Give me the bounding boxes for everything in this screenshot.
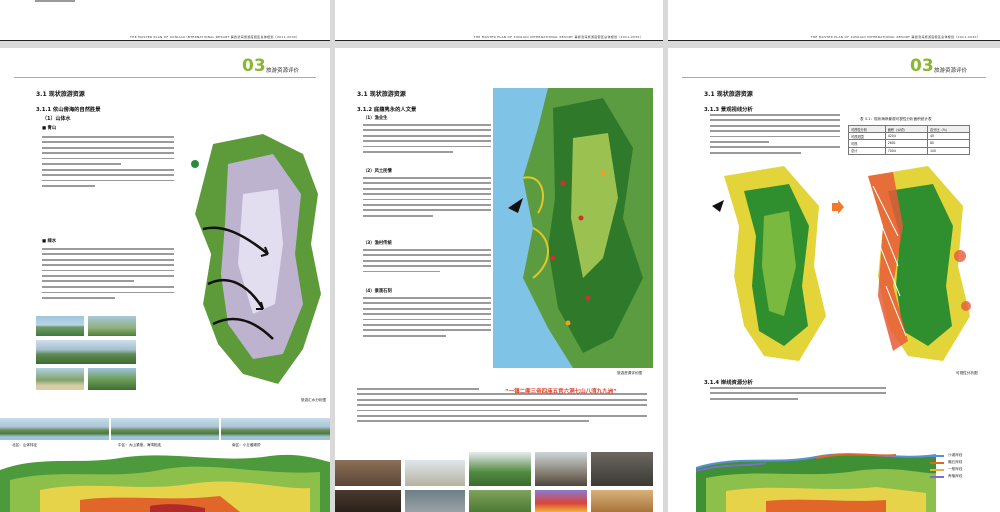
- item-customs: （2）风土民情: [363, 169, 392, 174]
- photo-beach: [36, 368, 84, 390]
- subsection-heading: 3.1.1 依山傍海的自然胜景: [36, 107, 101, 113]
- section-heading: 3.1 现状旅游资源: [36, 91, 85, 98]
- photo-banyan: [469, 452, 531, 486]
- item-stone-carving: （4）景观石刻: [363, 289, 392, 294]
- photo-old-street: [535, 452, 587, 486]
- section-heading: 3.1 现状旅游资源: [357, 91, 406, 98]
- section-heading: 3.1 现状旅游资源: [704, 91, 753, 98]
- table-row: 可视范围 4204 40: [848, 132, 971, 141]
- map-caption: 旅游汇水分析图: [301, 398, 327, 402]
- photo-caption-middle: 中区：大山紧抱，海湾相连: [118, 443, 162, 447]
- table-header: 面积（公顷）: [884, 124, 928, 134]
- subsection-heading-shoreline: 3.1.4 岸线资源分析: [704, 380, 753, 386]
- photo-temple: [405, 460, 465, 486]
- photo-fisherwoman: [591, 490, 653, 512]
- photo-coast-2: [88, 316, 136, 336]
- table-header: 百分比（%）: [926, 124, 971, 134]
- legend-item: 礁石岸线: [930, 459, 962, 466]
- top-page-strip-middle: THE MASTER PLAN OF XUNLIAO INTERNATIONAL…: [335, 0, 663, 41]
- terrain-map: [0, 450, 330, 512]
- photo-panorama: [36, 340, 136, 364]
- chapter-number: 03: [910, 56, 934, 76]
- chapter-title: 旅游资源评价: [266, 68, 300, 74]
- arrow-icon: [832, 200, 844, 214]
- item-fishery: （1）渔业生: [363, 116, 388, 121]
- page-cultural-landscape: 3.1 现状旅游资源 3.1.2 底蕴隽永的人文景 （1）渔业生 （2）风土民情…: [335, 48, 663, 512]
- bullet-water: ■ 绿水: [42, 239, 57, 244]
- chapter-title: 旅游资源评价: [934, 68, 968, 74]
- legend-item: 养殖岸线: [930, 473, 962, 480]
- legend-item: 沙滩岸线: [930, 452, 962, 459]
- running-header: THE MASTER PLAN OF XUNLIAO INTERNATIONAL…: [473, 35, 643, 39]
- photo-village-field: [469, 490, 531, 512]
- subsection-heading: 3.1.2 底蕴隽永的人文景: [357, 107, 417, 113]
- page-natural-landscape: 03 旅游资源评价 3.1 现状旅游资源 3.1.1 依山傍海的自然胜景 （1）…: [0, 48, 330, 512]
- item-village: （3）渔村传统: [363, 241, 392, 246]
- photo-caption-north: 北区：山体特征: [12, 443, 38, 447]
- photo-interior: [335, 490, 401, 512]
- body-text-stone-carving: [363, 297, 491, 340]
- top-page-strip-right: THE MASTER PLAN OF XUNLIAO INTERNATIONAL…: [668, 0, 1000, 41]
- legend-item: 一般岸线: [930, 466, 962, 473]
- photo-caption-south: 南区：小丘缓坡阶: [232, 443, 261, 447]
- photo-coast-1: [36, 316, 84, 336]
- body-text-view: [710, 114, 840, 157]
- visibility-table: 可视性分析 面积（公顷） 百分比（%） 可视范围 4204 40 可视 2801…: [848, 124, 971, 155]
- subsection-heading: 3.1.3 景观视线分析: [704, 107, 753, 113]
- highlight-slogan: “一镇二阁三帝四庙五官六洞七山八湾九九洲”: [505, 389, 617, 395]
- body-text-village: [363, 249, 491, 276]
- body-text-water: [42, 248, 174, 302]
- bullet-mountain: ■ 青山: [42, 126, 57, 131]
- page-view-analysis: 03 旅游资源评价 3.1 现状旅游资源 3.1.3 景观视线分析 表 3.1：…: [668, 48, 1000, 512]
- body-text-fishery: [363, 124, 491, 156]
- visibility-map-after: [848, 166, 974, 366]
- map-caption: 旅游资源评价图: [617, 371, 643, 375]
- body-text-mountain: [42, 136, 174, 190]
- body-text-shoreline: [710, 387, 886, 403]
- photo-hills: [88, 368, 136, 390]
- photo-folk-dancers: [535, 490, 587, 512]
- running-header: THE MASTER PLAN OF XUNLIAO INTERNATIONAL…: [130, 35, 300, 39]
- photo-ancestral-hall: [335, 460, 401, 486]
- photo-alley: [591, 452, 653, 486]
- shoreline-legend: 沙滩岸线 礁石岸线 一般岸线 养殖岸线: [930, 452, 962, 480]
- body-text-customs: [363, 177, 491, 220]
- table-header: 可视性分析: [848, 124, 886, 134]
- table-row: 总计 7004 100: [848, 146, 971, 155]
- table-row: 可视 2801 80: [848, 139, 971, 148]
- item-heading: （1）山体水: [42, 116, 71, 122]
- visibility-map-before: [704, 166, 830, 366]
- watershed-map: [183, 134, 328, 389]
- map-caption: 可视性分析图: [956, 371, 978, 375]
- chapter-number: 03: [242, 56, 266, 76]
- resource-map: [493, 88, 653, 368]
- photo-pagoda: [405, 490, 465, 512]
- table-title: 表 3.1：现状海岸景观可视性分析面积统计表: [860, 117, 932, 121]
- running-header: THE MASTER PLAN OF XUNLIAO INTERNATIONAL…: [810, 35, 980, 39]
